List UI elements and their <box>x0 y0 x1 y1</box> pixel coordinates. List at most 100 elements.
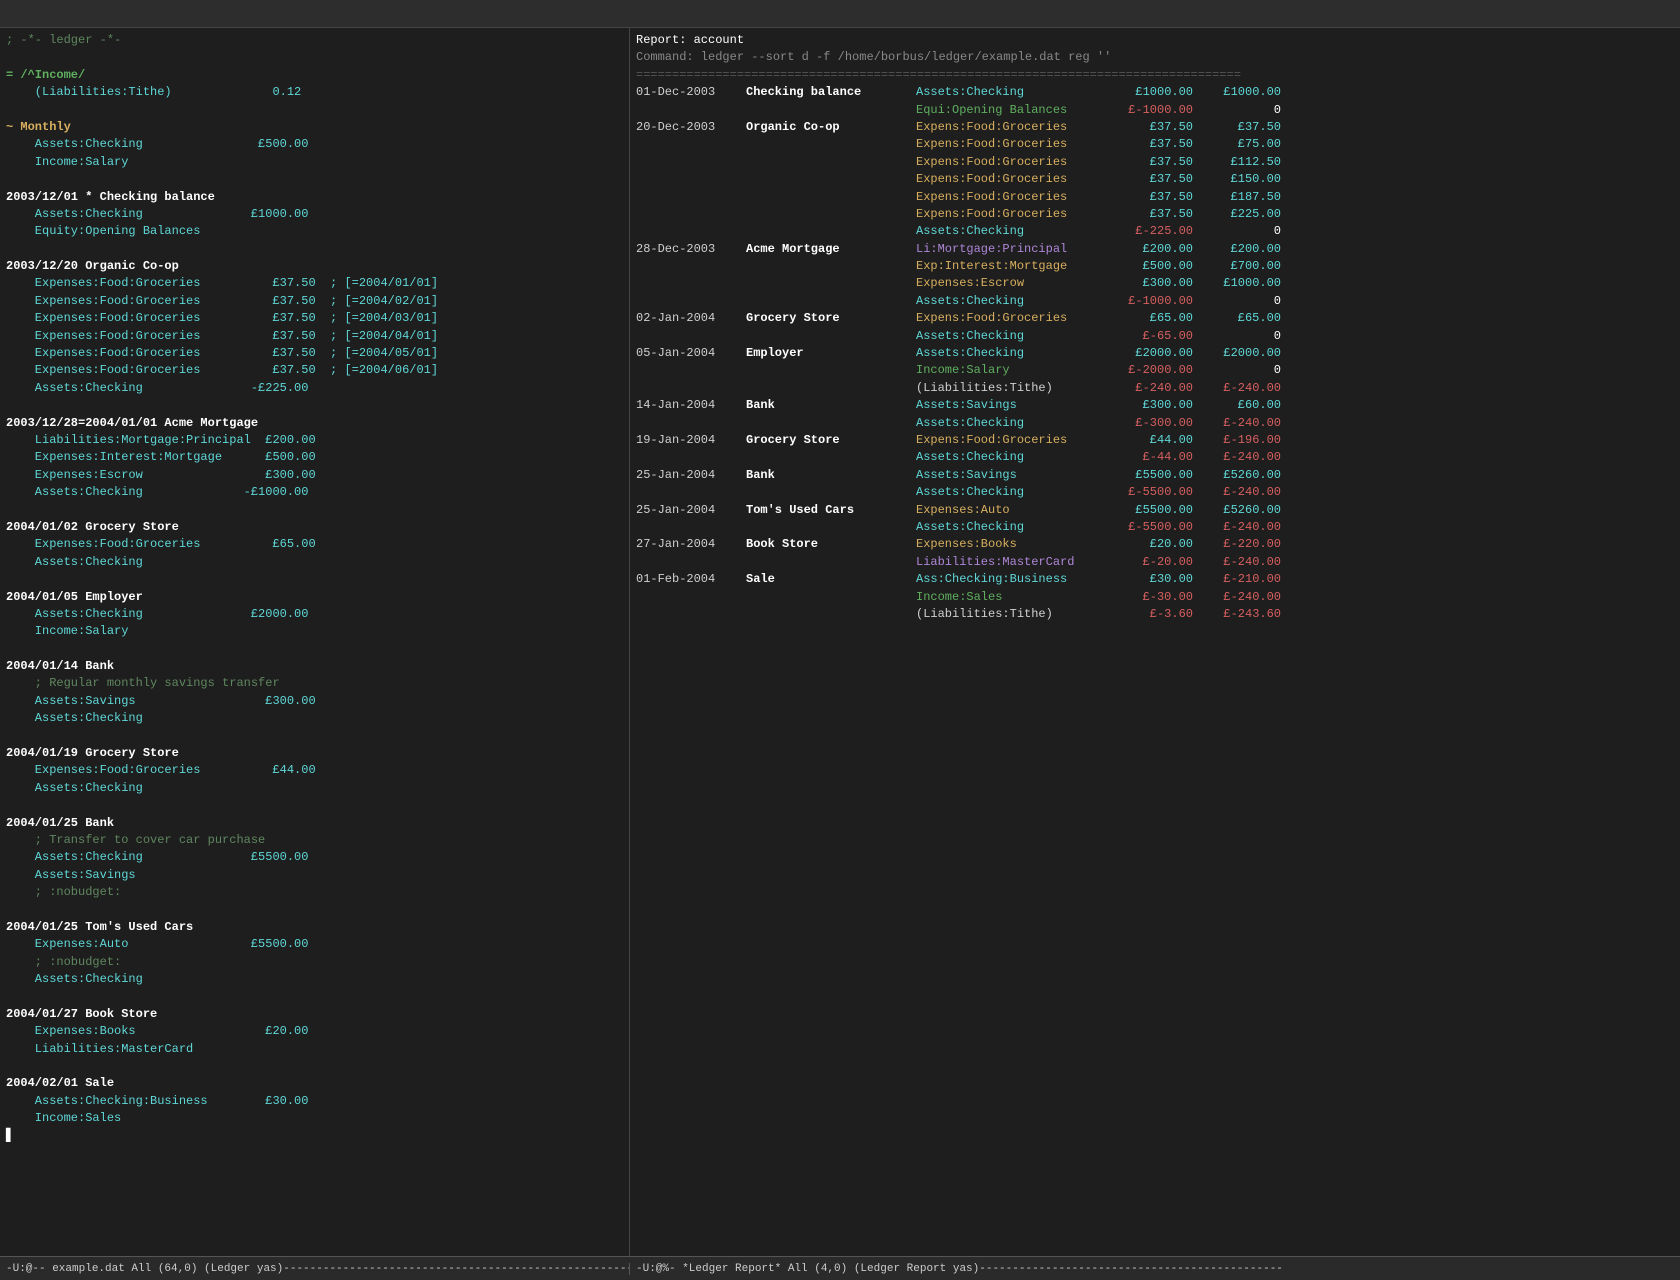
entry-date-17 <box>636 380 746 397</box>
entry-account-25: Assets:Checking <box>916 519 1111 536</box>
entry-running-24: £5260.00 <box>1201 502 1281 519</box>
entry-account-19: Assets:Checking <box>916 415 1111 432</box>
left-line-20: Assets:Checking -£225.00 <box>6 380 623 397</box>
entry-desc-5 <box>746 171 916 188</box>
left-line-60: 2004/02/01 Sale <box>6 1075 623 1092</box>
entry-desc-2: Organic Co-op <box>746 119 916 136</box>
entry-amount-1: £-1000.00 <box>1111 102 1201 119</box>
left-line-30: Assets:Checking <box>6 554 623 571</box>
entry-date-1 <box>636 102 746 119</box>
entry-desc-10 <box>746 258 916 275</box>
left-line-2: = /^Income/ <box>6 67 623 84</box>
entry-running-12: 0 <box>1201 293 1281 310</box>
entry-running-9: £200.00 <box>1201 241 1281 258</box>
entry-desc-22: Bank <box>746 467 916 484</box>
entry-account-0: Assets:Checking <box>916 84 1111 101</box>
left-editor-pane[interactable]: ; -*- ledger -*- = /^Income/ (Liabilitie… <box>0 28 630 1256</box>
entry-running-1: 0 <box>1201 102 1281 119</box>
report-row-0: 01-Dec-2003Checking balanceAssets:Checki… <box>636 84 1674 101</box>
report-row-15: 05-Jan-2004EmployerAssets:Checking£2000.… <box>636 345 1674 362</box>
entry-date-10 <box>636 258 746 275</box>
report-row-20: 19-Jan-2004Grocery StoreExpens:Food:Groc… <box>636 432 1674 449</box>
entry-date-25 <box>636 519 746 536</box>
entry-date-14 <box>636 328 746 345</box>
report-row-19: Assets:Checking£-300.00£-240.00 <box>636 415 1674 432</box>
entry-account-14: Assets:Checking <box>916 328 1111 345</box>
report-row-14: Assets:Checking£-65.000 <box>636 328 1674 345</box>
entry-account-30: (Liabilities:Tithe) <box>916 606 1111 623</box>
entry-desc-30 <box>746 606 916 623</box>
entry-amount-27: £-20.00 <box>1111 554 1201 571</box>
entry-amount-16: £-2000.00 <box>1111 362 1201 379</box>
entry-account-27: Liabilities:MasterCard <box>916 554 1111 571</box>
left-line-62: Income:Sales <box>6 1110 623 1127</box>
report-row-17: (Liabilities:Tithe)£-240.00£-240.00 <box>636 380 1674 397</box>
left-line-25: Expenses:Escrow £300.00 <box>6 467 623 484</box>
entry-amount-8: £-225.00 <box>1111 223 1201 240</box>
entry-date-11 <box>636 275 746 292</box>
left-line-48: Assets:Savings <box>6 867 623 884</box>
entry-desc-9: Acme Mortgage <box>746 241 916 258</box>
entry-account-26: Expenses:Books <box>916 536 1111 553</box>
report-row-8: Assets:Checking£-225.000 <box>636 223 1674 240</box>
entry-running-8: 0 <box>1201 223 1281 240</box>
report-row-18: 14-Jan-2004BankAssets:Savings£300.00£60.… <box>636 397 1674 414</box>
entry-date-5 <box>636 171 746 188</box>
report-row-1: Equi:Opening Balances£-1000.000 <box>636 102 1674 119</box>
left-line-26: Assets:Checking -£1000.00 <box>6 484 623 501</box>
entry-date-23 <box>636 484 746 501</box>
entry-account-29: Income:Sales <box>916 589 1111 606</box>
entry-account-15: Assets:Checking <box>916 345 1111 362</box>
left-line-58: Liabilities:MasterCard <box>6 1041 623 1058</box>
entry-running-16: 0 <box>1201 362 1281 379</box>
right-report-pane[interactable]: Report: accountCommand: ledger --sort d … <box>630 28 1680 1256</box>
entry-desc-15: Employer <box>746 345 916 362</box>
entry-date-21 <box>636 449 746 466</box>
entry-desc-28: Sale <box>746 571 916 588</box>
entry-amount-10: £500.00 <box>1111 258 1201 275</box>
entry-account-9: Li:Mortgage:Principal <box>916 241 1111 258</box>
entry-date-29 <box>636 589 746 606</box>
entry-date-18: 14-Jan-2004 <box>636 397 746 414</box>
entry-running-23: £-240.00 <box>1201 484 1281 501</box>
left-line-43: Assets:Checking <box>6 780 623 797</box>
entry-running-5: £150.00 <box>1201 171 1281 188</box>
report-row-30: (Liabilities:Tithe)£-3.60£-243.60 <box>636 606 1674 623</box>
entry-amount-3: £37.50 <box>1111 136 1201 153</box>
entry-date-20: 19-Jan-2004 <box>636 432 746 449</box>
status-bar-right: -U:@%- *Ledger Report* All (4,0) (Ledger… <box>630 1263 1680 1275</box>
left-line-1 <box>6 49 623 66</box>
entry-account-13: Expens:Food:Groceries <box>916 310 1111 327</box>
entry-running-30: £-243.60 <box>1201 606 1281 623</box>
entry-desc-7 <box>746 206 916 223</box>
entry-account-22: Assets:Savings <box>916 467 1111 484</box>
entry-amount-0: £1000.00 <box>1111 84 1201 101</box>
entry-account-23: Assets:Checking <box>916 484 1111 501</box>
entry-date-2: 20-Dec-2003 <box>636 119 746 136</box>
entry-account-10: Exp:Interest:Mortgage <box>916 258 1111 275</box>
entry-running-28: £-210.00 <box>1201 571 1281 588</box>
report-header-1: Report: account <box>636 32 1674 49</box>
entry-account-21: Assets:Checking <box>916 449 1111 466</box>
entry-amount-29: £-30.00 <box>1111 589 1201 606</box>
entry-running-26: £-220.00 <box>1201 536 1281 553</box>
entry-amount-17: £-240.00 <box>1111 380 1201 397</box>
report-row-9: 28-Dec-2003Acme MortgageLi:Mortgage:Prin… <box>636 241 1674 258</box>
left-line-39: Assets:Checking <box>6 710 623 727</box>
entry-account-4: Expens:Food:Groceries <box>916 154 1111 171</box>
left-line-23: Liabilities:Mortgage:Principal £200.00 <box>6 432 623 449</box>
status-bar-left: -U:@-- example.dat All (64,0) (Ledger ya… <box>0 1263 630 1275</box>
entry-running-22: £5260.00 <box>1201 467 1281 484</box>
left-line-50 <box>6 902 623 919</box>
left-line-14: Expenses:Food:Groceries £37.50 ; [=2004/… <box>6 275 623 292</box>
left-line-29: Expenses:Food:Groceries £65.00 <box>6 536 623 553</box>
left-line-47: Assets:Checking £5500.00 <box>6 849 623 866</box>
entry-date-6 <box>636 189 746 206</box>
left-line-52: Expenses:Auto £5500.00 <box>6 936 623 953</box>
left-line-44 <box>6 797 623 814</box>
report-row-28: 01-Feb-2004SaleAss:Checking:Business£30.… <box>636 571 1674 588</box>
entry-amount-28: £30.00 <box>1111 571 1201 588</box>
entry-amount-13: £65.00 <box>1111 310 1201 327</box>
left-line-22: 2003/12/28=2004/01/01 Acme Mortgage <box>6 415 623 432</box>
entry-account-11: Expenses:Escrow <box>916 275 1111 292</box>
